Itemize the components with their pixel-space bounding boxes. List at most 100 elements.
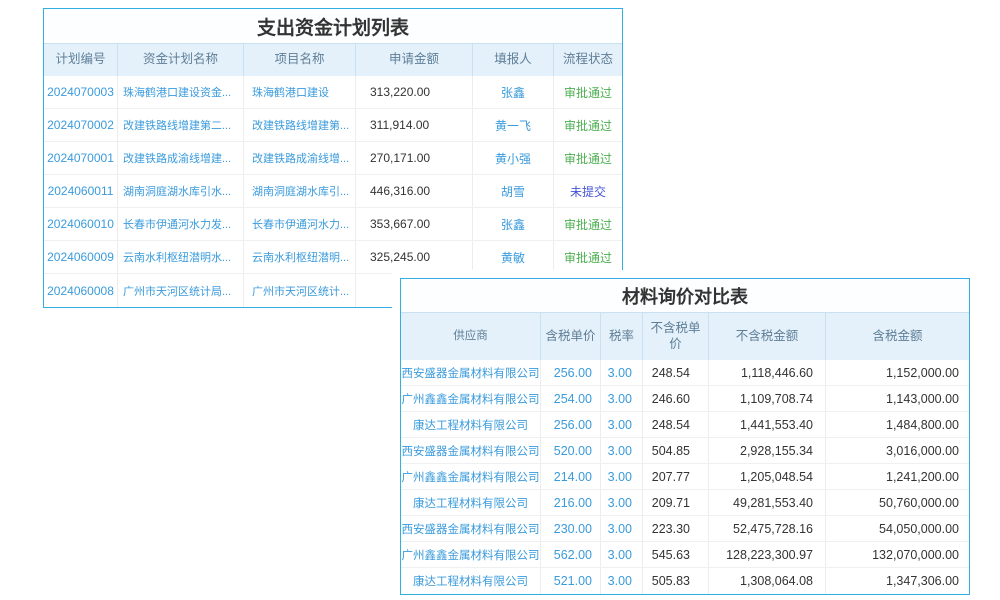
supplier-cell[interactable]: 康达工程材料有限公司 [401, 412, 541, 437]
amount-cell: 446,316.00 [356, 175, 473, 207]
tax-rate-cell: 3.00 [601, 490, 643, 515]
plan-id-cell[interactable]: 2024060011 [44, 175, 118, 207]
price-excl-tax-cell: 505.83 [643, 568, 709, 594]
material-inquiry-table: 材料询价对比表 供应商含税单价税率不含税单价不含税金额含税金额 西安盛器金属材料… [400, 278, 970, 595]
price-incl-tax-cell: 254.00 [541, 386, 601, 411]
amount-incl-tax-cell: 1,241,200.00 [826, 464, 969, 489]
project-name-cell: 长春市伊通河水力... [244, 208, 356, 240]
table-row[interactable]: 2024070001改建铁路成渝线增建...改建铁路成渝线增...270,171… [44, 142, 622, 175]
amount-cell: 325,245.00 [356, 241, 473, 273]
amount-column-header: 申请金额 [356, 44, 473, 76]
price-excl-tax-cell: 504.85 [643, 438, 709, 463]
table-row[interactable]: 康达工程材料有限公司216.003.00209.7149,281,553.405… [401, 490, 969, 516]
tax-rate-cell: 3.00 [601, 464, 643, 489]
reporter-cell: 张鑫 [473, 76, 554, 108]
price-incl-tax-cell: 216.00 [541, 490, 601, 515]
price-excl-tax-cell: 209.71 [643, 490, 709, 515]
plan-id-column-header: 计划编号 [44, 44, 118, 76]
status-cell: 审批通过 [554, 109, 622, 141]
amount-incl-tax-cell: 3,016,000.00 [826, 438, 969, 463]
material-inquiry-table-title: 材料询价对比表 [401, 279, 969, 312]
reporter-cell: 黄一飞 [473, 109, 554, 141]
price-incl-tax-column-header: 含税单价 [541, 313, 601, 360]
project-name-cell: 云南水利枢纽潜明... [244, 241, 356, 273]
price-excl-tax-cell: 223.30 [643, 516, 709, 541]
supplier-cell[interactable]: 广州鑫鑫金属材料有限公司 [401, 386, 541, 411]
plan-id-cell[interactable]: 2024060010 [44, 208, 118, 240]
table-row[interactable]: 康达工程材料有限公司521.003.00505.831,308,064.081,… [401, 568, 969, 594]
table-row[interactable]: 2024070002改建铁路线增建第二...改建铁路线增建第...311,914… [44, 109, 622, 142]
plan-name-cell: 云南水利枢纽潜明水... [118, 241, 244, 273]
amount-incl-tax-cell: 50,760,000.00 [826, 490, 969, 515]
amount-incl-tax-column-header: 含税金额 [826, 313, 969, 360]
supplier-cell[interactable]: 康达工程材料有限公司 [401, 490, 541, 515]
supplier-cell[interactable]: 西安盛器金属材料有限公司 [401, 516, 541, 541]
project-name-cell: 珠海鹤港口建设 [244, 76, 356, 108]
price-incl-tax-cell: 256.00 [541, 412, 601, 437]
table-row[interactable]: 西安盛器金属材料有限公司230.003.00223.3052,475,728.1… [401, 516, 969, 542]
project-name-column-header: 项目名称 [244, 44, 356, 76]
project-name-cell: 湖南洞庭湖水库引... [244, 175, 356, 207]
supplier-cell[interactable]: 西安盛器金属材料有限公司 [401, 438, 541, 463]
table-row[interactable]: 广州鑫鑫金属材料有限公司562.003.00545.63128,223,300.… [401, 542, 969, 568]
supplier-column-header: 供应商 [401, 313, 541, 360]
amount-incl-tax-cell: 1,484,800.00 [826, 412, 969, 437]
amount-excl-tax-cell: 128,223,300.97 [709, 542, 826, 567]
plan-id-cell[interactable]: 2024070003 [44, 76, 118, 108]
supplier-cell[interactable]: 广州鑫鑫金属材料有限公司 [401, 542, 541, 567]
plan-name-cell: 珠海鹤港口建设资金... [118, 76, 244, 108]
table-row[interactable]: 2024060009云南水利枢纽潜明水...云南水利枢纽潜明...325,245… [44, 241, 622, 274]
amount-incl-tax-cell: 54,050,000.00 [826, 516, 969, 541]
expense-plan-table: 支出资金计划列表 计划编号资金计划名称项目名称申请金额填报人流程状态 20240… [43, 8, 623, 308]
table-row[interactable]: 西安盛器金属材料有限公司256.003.00248.541,118,446.60… [401, 360, 969, 386]
material-inquiry-table-body: 西安盛器金属材料有限公司256.003.00248.541,118,446.60… [401, 360, 969, 594]
supplier-cell[interactable]: 广州鑫鑫金属材料有限公司 [401, 464, 541, 489]
status-cell: 审批通过 [554, 76, 622, 108]
table-row[interactable]: 广州鑫鑫金属材料有限公司214.003.00207.771,205,048.54… [401, 464, 969, 490]
price-excl-tax-cell: 248.54 [643, 360, 709, 385]
project-name-cell: 广州市天河区统计... [244, 274, 356, 307]
amount-cell: 270,171.00 [356, 142, 473, 174]
price-incl-tax-cell: 256.00 [541, 360, 601, 385]
supplier-cell[interactable]: 康达工程材料有限公司 [401, 568, 541, 594]
price-incl-tax-cell: 562.00 [541, 542, 601, 567]
table-row[interactable]: 西安盛器金属材料有限公司520.003.00504.852,928,155.34… [401, 438, 969, 464]
amount-excl-tax-cell: 1,109,708.74 [709, 386, 826, 411]
plan-name-cell: 湖南洞庭湖水库引水... [118, 175, 244, 207]
amount-excl-tax-cell: 49,281,553.40 [709, 490, 826, 515]
amount-excl-tax-cell: 1,441,553.40 [709, 412, 826, 437]
tax-rate-cell: 3.00 [601, 386, 643, 411]
table-row[interactable]: 2024070003珠海鹤港口建设资金...珠海鹤港口建设313,220.00张… [44, 76, 622, 109]
reporter-column-header: 填报人 [473, 44, 554, 76]
table-row[interactable]: 2024060010长春市伊通河水力发...长春市伊通河水力...353,667… [44, 208, 622, 241]
expense-plan-table-title: 支出资金计划列表 [44, 9, 622, 43]
supplier-cell[interactable]: 西安盛器金属材料有限公司 [401, 360, 541, 385]
table-row[interactable]: 2024060011湖南洞庭湖水库引水...湖南洞庭湖水库引...446,316… [44, 175, 622, 208]
price-excl-tax-cell: 246.60 [643, 386, 709, 411]
amount-incl-tax-cell: 132,070,000.00 [826, 542, 969, 567]
plan-id-cell[interactable]: 2024060009 [44, 241, 118, 273]
tax-rate-cell: 3.00 [601, 438, 643, 463]
plan-name-column-header: 资金计划名称 [118, 44, 244, 76]
amount-cell: 313,220.00 [356, 76, 473, 108]
price-excl-tax-column-header: 不含税单价 [643, 313, 709, 360]
table-row[interactable]: 康达工程材料有限公司256.003.00248.541,441,553.401,… [401, 412, 969, 438]
tax-rate-cell: 3.00 [601, 568, 643, 594]
expense-plan-table-body: 2024070003珠海鹤港口建设资金...珠海鹤港口建设313,220.00张… [44, 76, 622, 307]
reporter-cell: 张鑫 [473, 208, 554, 240]
status-cell: 审批通过 [554, 208, 622, 240]
amount-incl-tax-cell: 1,143,000.00 [826, 386, 969, 411]
price-excl-tax-cell: 207.77 [643, 464, 709, 489]
expense-plan-table-header: 计划编号资金计划名称项目名称申请金额填报人流程状态 [44, 43, 622, 76]
tax-rate-cell: 3.00 [601, 360, 643, 385]
table-row[interactable]: 广州鑫鑫金属材料有限公司254.003.00246.601,109,708.74… [401, 386, 969, 412]
amount-incl-tax-cell: 1,152,000.00 [826, 360, 969, 385]
amount-cell: 311,914.00 [356, 109, 473, 141]
plan-id-cell[interactable]: 2024070002 [44, 109, 118, 141]
amount-incl-tax-cell: 1,347,306.00 [826, 568, 969, 594]
tax-rate-cell: 3.00 [601, 542, 643, 567]
plan-id-cell[interactable]: 2024070001 [44, 142, 118, 174]
price-excl-tax-cell: 545.63 [643, 542, 709, 567]
tax-rate-column-header: 税率 [601, 313, 643, 360]
plan-id-cell[interactable]: 2024060008 [44, 274, 118, 307]
